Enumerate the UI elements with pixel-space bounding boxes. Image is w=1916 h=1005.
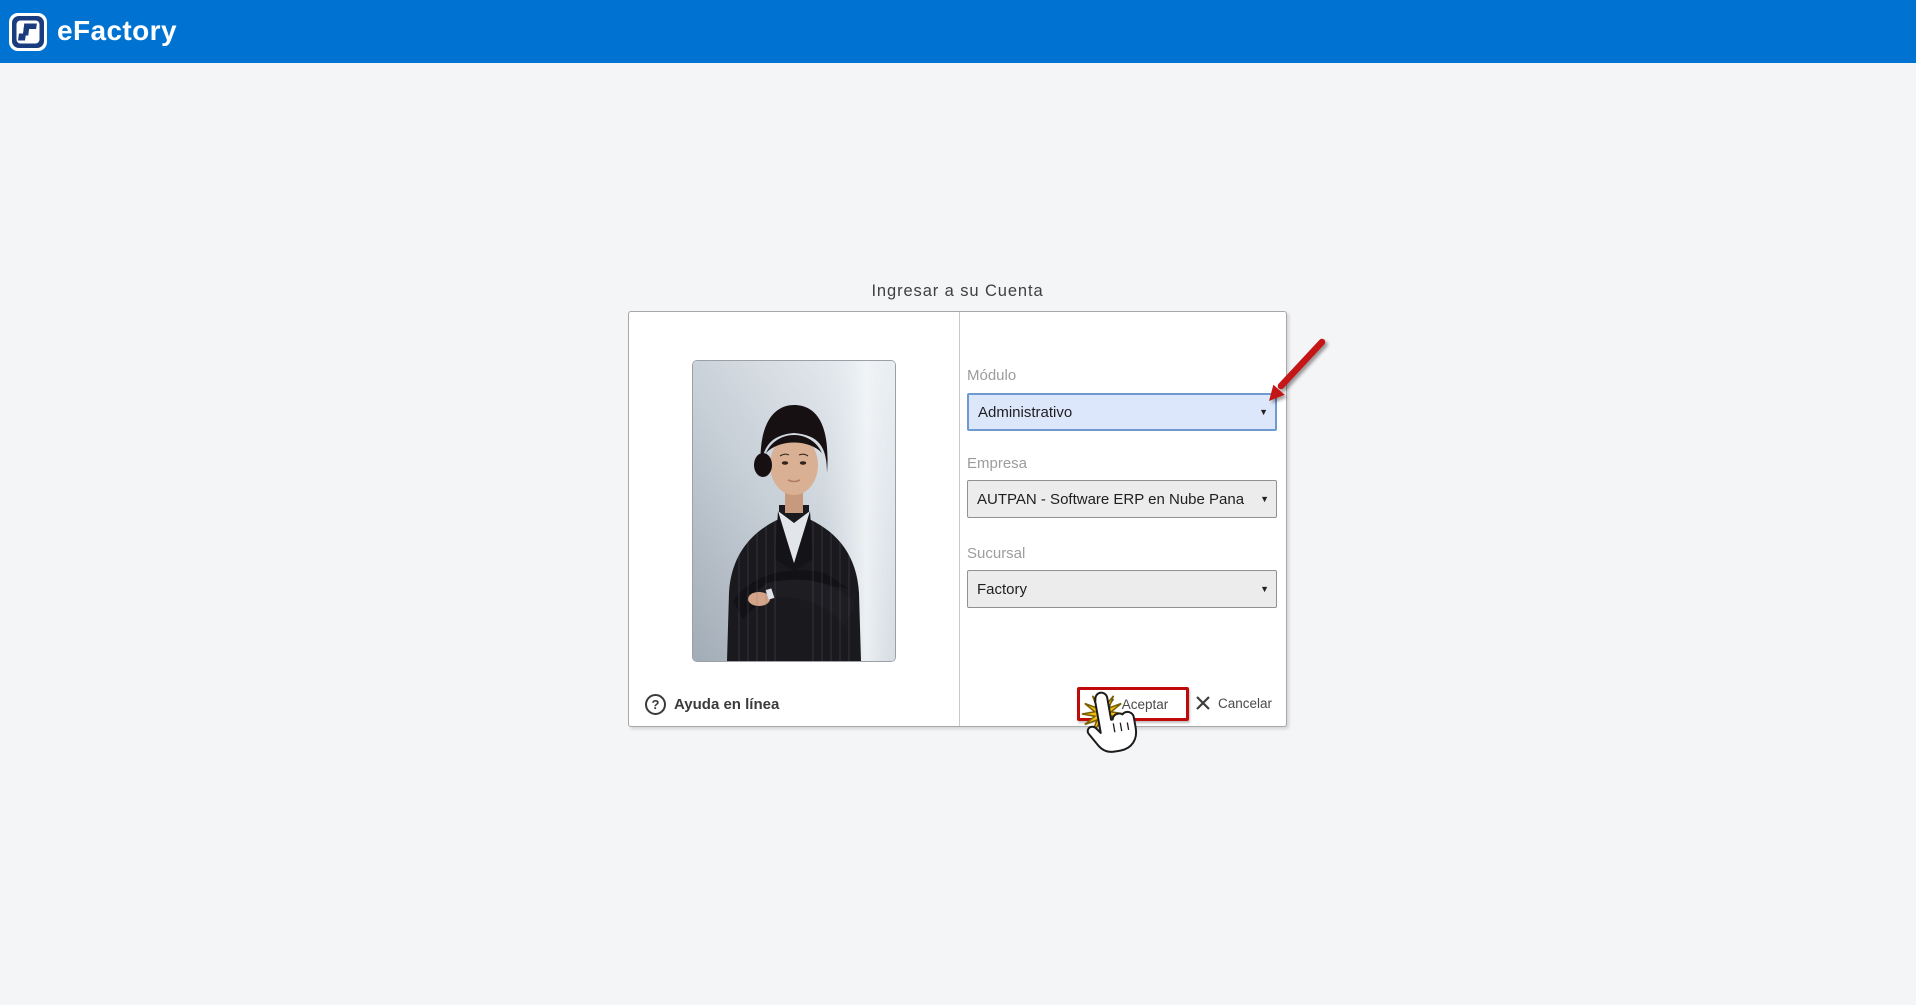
- page-title: Ingresar a su Cuenta: [871, 282, 1044, 300]
- modulo-value: Administrativo: [978, 403, 1073, 421]
- modulo-select[interactable]: Administrativo ▼: [967, 393, 1277, 431]
- empresa-label: Empresa: [967, 455, 1028, 472]
- aceptar-button[interactable]: Aceptar: [1098, 696, 1169, 712]
- app-header: eFactory: [0, 0, 1916, 63]
- empresa-value: AUTPAN - Software ERP en Nube Pana: [977, 490, 1245, 508]
- help-online-link[interactable]: ? Ayuda en línea: [645, 694, 779, 715]
- efactory-logo-icon: [9, 12, 47, 51]
- panel-divider: [959, 312, 960, 726]
- modulo-label: Módulo: [967, 367, 1017, 384]
- help-online-label: Ayuda en línea: [674, 696, 780, 713]
- screen: eFactory Ingresar a su Cuenta ? Ayuda en…: [0, 0, 1916, 1005]
- check-icon: [1098, 697, 1114, 712]
- red-highlight-box: Aceptar: [1077, 687, 1189, 721]
- businesswoman-photo-image: [693, 361, 895, 661]
- cancelar-button[interactable]: Cancelar: [1195, 695, 1272, 711]
- businesswoman-photo: [693, 361, 895, 661]
- sucursal-label: Sucursal: [967, 545, 1026, 562]
- x-icon: [1196, 696, 1210, 710]
- question-circle-icon: ?: [645, 694, 666, 715]
- sucursal-value: Factory: [977, 580, 1028, 598]
- cancelar-label: Cancelar: [1218, 695, 1273, 711]
- chevron-down-icon: ▼: [1260, 494, 1269, 504]
- login-panel: ? Ayuda en línea Módulo Administrativo ▼…: [628, 311, 1287, 727]
- aceptar-label: Aceptar: [1121, 696, 1169, 712]
- empresa-select[interactable]: AUTPAN - Software ERP en Nube Pana ▼: [967, 480, 1277, 518]
- app-title: eFactory: [57, 14, 177, 46]
- chevron-down-icon: ▼: [1260, 584, 1269, 594]
- chevron-down-icon: ▼: [1259, 407, 1268, 417]
- sucursal-select[interactable]: Factory ▼: [967, 570, 1277, 608]
